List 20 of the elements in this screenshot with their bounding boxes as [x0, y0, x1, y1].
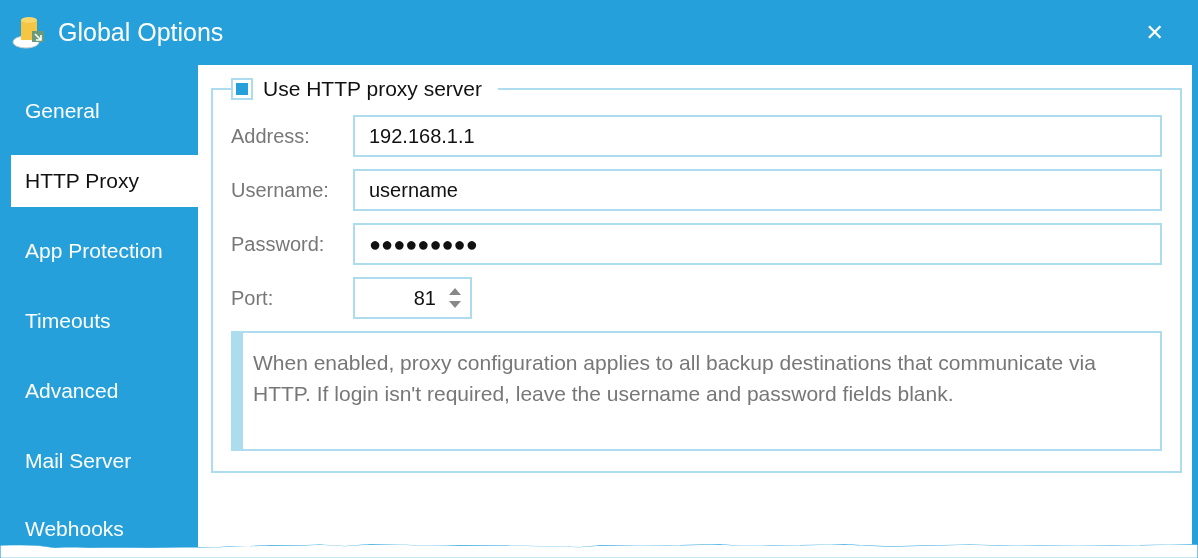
info-note: When enabled, proxy configuration applies to all backup destinations that communicate via HTTP. If login isn't required, leave the username and password fields blank. — [231, 331, 1162, 451]
checkbox-label: Use HTTP proxy server — [263, 77, 482, 101]
spin-field[interactable]: 81 — [353, 277, 472, 319]
input-field[interactable]: username — [353, 169, 1162, 211]
field-label: Username: — [231, 178, 330, 202]
input-field[interactable]: 192.168.1.1 — [353, 115, 1162, 157]
sidebar-item[interactable]: Webhooks — [11, 505, 198, 543]
sidebar-item[interactable]: Mail Server — [11, 435, 198, 487]
input-field[interactable]: ●●●●●●●●● — [353, 223, 1162, 265]
field-label: Password: — [231, 232, 326, 256]
sidebar-item[interactable]: Advanced — [11, 365, 198, 417]
close-button[interactable]: ✕ — [1141, 20, 1168, 45]
checkbox[interactable] — [231, 78, 253, 100]
field-label: Address: — [231, 124, 311, 148]
field-label: Port: — [231, 286, 275, 310]
sidebar-item[interactable]: App Protection — [11, 225, 198, 277]
sidebar-item[interactable]: HTTP Proxy — [11, 155, 198, 207]
sidebar-item[interactable]: General — [11, 85, 198, 137]
sidebar-item[interactable]: Timeouts — [11, 295, 198, 347]
window-title: Global Options — [58, 18, 225, 47]
